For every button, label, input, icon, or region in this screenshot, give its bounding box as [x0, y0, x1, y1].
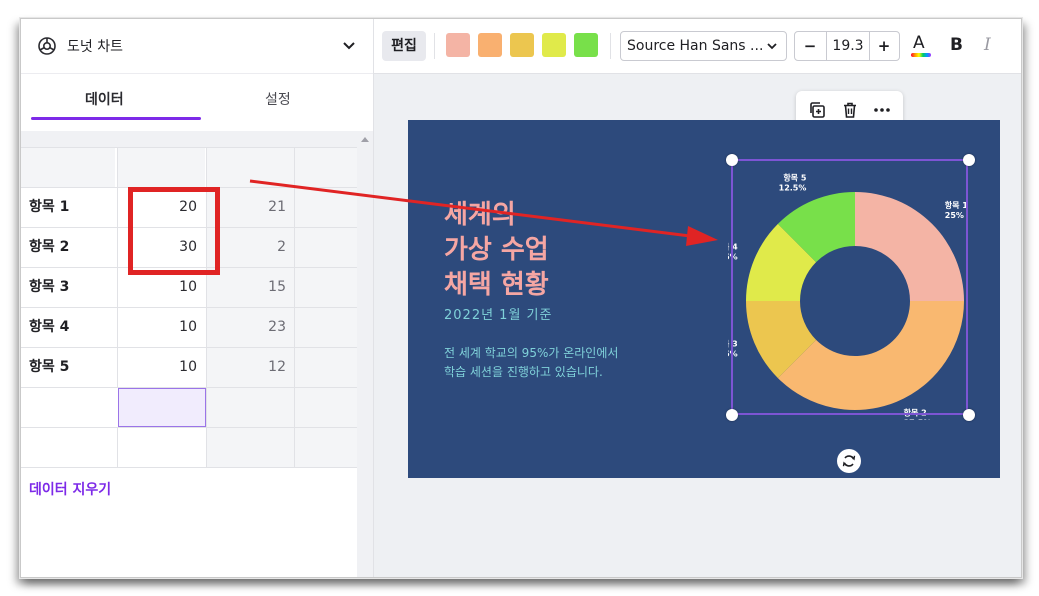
rainbow-bar: [911, 53, 931, 57]
grid-cell[interactable]: [21, 148, 115, 187]
rotate-icon: [842, 455, 856, 467]
selection-outline: [731, 159, 968, 415]
text-color-button[interactable]: A: [910, 31, 932, 61]
grid-cell[interactable]: [294, 428, 360, 467]
color-swatch[interactable]: [574, 33, 598, 57]
italic-button[interactable]: I: [984, 35, 991, 55]
value-cell[interactable]: 23: [206, 308, 294, 347]
grid-scrollbar[interactable]: [357, 131, 373, 577]
grid-cell[interactable]: [21, 428, 115, 467]
resize-handle[interactable]: [963, 154, 975, 166]
editor-toolbar: 편집 Source Han Sans ... − 19.3 + A B I: [374, 19, 1021, 74]
description-line: 학습 세션을 진행하고 있습니다.: [444, 365, 603, 379]
donut-chart-icon: [38, 37, 56, 55]
bold-button[interactable]: B: [950, 35, 963, 55]
grid-cell[interactable]: [117, 428, 205, 467]
row-label[interactable]: 항목 1: [21, 188, 115, 227]
grid-cell[interactable]: [294, 348, 360, 387]
title-line: 채택 현황: [444, 270, 549, 300]
color-swatch[interactable]: [542, 33, 566, 57]
row-label[interactable]: 항목 5: [21, 348, 115, 387]
grid-cell[interactable]: [206, 388, 294, 427]
panel-tabs: 데이터 설정: [21, 73, 373, 131]
increase-font-size-button[interactable]: +: [869, 32, 899, 60]
resize-handle[interactable]: [726, 154, 738, 166]
more-options-icon[interactable]: [873, 101, 891, 119]
value-cell[interactable]: 10: [117, 348, 205, 387]
row-label[interactable]: 항목 2: [21, 228, 115, 267]
slice-percent-label: 37.5%: [904, 418, 932, 420]
clear-data-button[interactable]: 데이터 지우기: [29, 479, 111, 499]
resize-handle[interactable]: [726, 409, 738, 421]
grid-column-header: [21, 131, 359, 148]
value-cell[interactable]: 10: [117, 308, 205, 347]
grid-cell[interactable]: [294, 388, 360, 427]
decrease-font-size-button[interactable]: −: [795, 32, 825, 60]
value-cell[interactable]: 12: [206, 348, 294, 387]
chart-type-dropdown[interactable]: 도넛 차트: [21, 19, 373, 74]
row-label[interactable]: 항목 4: [21, 308, 115, 347]
title-line: 세계의: [444, 200, 516, 230]
title-line: 가상 수업: [444, 235, 549, 265]
divider: [434, 33, 435, 59]
trash-icon[interactable]: [841, 101, 859, 119]
highlight-box: [128, 187, 220, 275]
tab-data[interactable]: 데이터: [85, 89, 124, 109]
table-row: 항목 4 10 23: [21, 308, 360, 348]
color-swatch[interactable]: [446, 33, 470, 57]
text-color-icon: A: [913, 33, 925, 53]
row-label[interactable]: 항목 3: [21, 268, 115, 307]
description-line: 전 세계 학교의 95%가 온라인에서: [444, 346, 619, 360]
edit-button[interactable]: 편집: [382, 31, 426, 61]
scroll-up-arrow-icon[interactable]: [361, 137, 369, 142]
series-name-row: [21, 148, 360, 188]
font-family-label: Source Han Sans ...: [627, 38, 764, 54]
resize-handle[interactable]: [963, 409, 975, 421]
font-size-input[interactable]: 19.3: [826, 32, 870, 60]
grid-cell[interactable]: [206, 148, 294, 187]
table-row: [21, 388, 360, 428]
chart-data-panel: 도넛 차트 데이터 설정 항목 1 20 21 항목 2 30 2 항목 3 1…: [21, 19, 374, 577]
table-row: 항목 5 10 12: [21, 348, 360, 388]
table-row: [21, 428, 360, 468]
grid-cell[interactable]: [294, 308, 360, 347]
duplicate-icon[interactable]: [808, 101, 826, 119]
grid-cell[interactable]: [206, 428, 294, 467]
chevron-down-icon: [343, 42, 355, 50]
selected-cell[interactable]: [118, 388, 206, 427]
grid-cell[interactable]: [294, 268, 360, 307]
active-tab-indicator: [31, 117, 201, 120]
tab-settings[interactable]: 설정: [265, 89, 291, 109]
grid-cell[interactable]: [294, 148, 360, 187]
color-swatch[interactable]: [510, 33, 534, 57]
grid-cell[interactable]: [294, 188, 360, 227]
divider: [610, 33, 611, 59]
grid-cell[interactable]: [21, 388, 115, 427]
slide-title[interactable]: 세계의 가상 수업 채택 현황: [444, 198, 549, 303]
color-swatch[interactable]: [478, 33, 502, 57]
slide-subtitle[interactable]: 2022년 1월 기준: [444, 304, 552, 323]
font-family-dropdown[interactable]: Source Han Sans ...: [620, 31, 787, 61]
grid-cell[interactable]: [117, 148, 205, 187]
rotate-handle[interactable]: [837, 449, 861, 473]
data-grid: 항목 1 20 21 항목 2 30 2 항목 3 10 15 항목 4 10 …: [21, 131, 360, 468]
chart-type-label: 도넛 차트: [67, 39, 123, 55]
grid-cell[interactable]: [294, 228, 360, 267]
chevron-down-icon: [767, 43, 777, 50]
font-size-stepper: − 19.3 +: [794, 31, 900, 61]
slide-description[interactable]: 전 세계 학교의 95%가 온라인에서 학습 세션을 진행하고 있습니다.: [444, 344, 618, 382]
